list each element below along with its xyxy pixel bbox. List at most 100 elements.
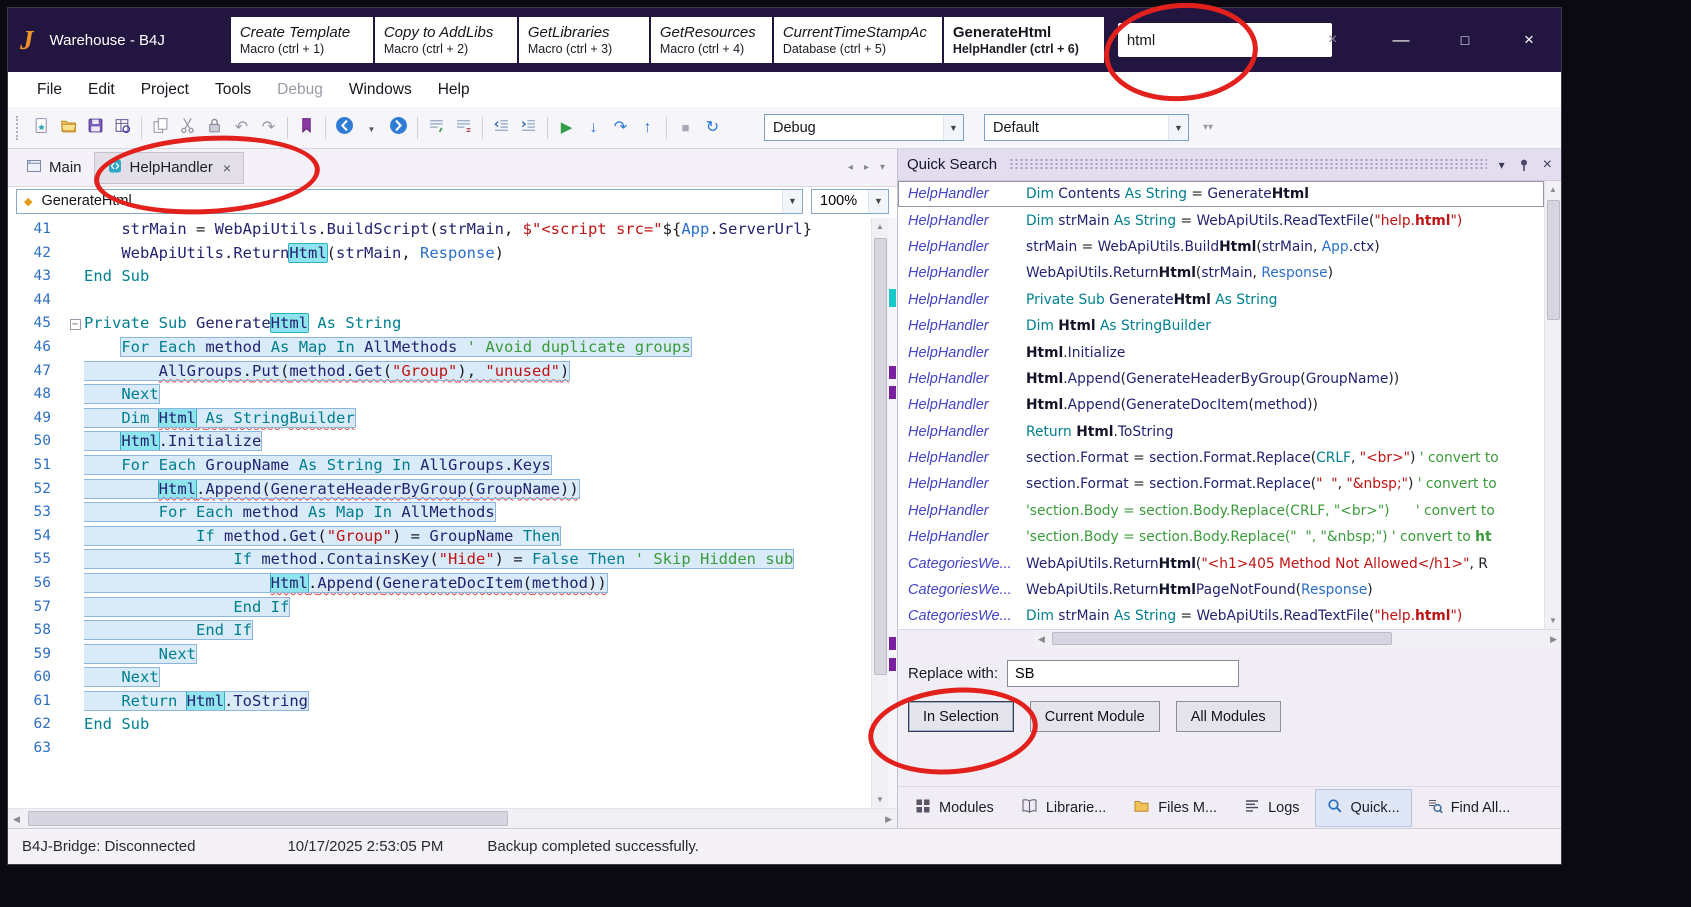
dock-tab-modules[interactable]: Modules (904, 790, 1005, 826)
chevron-down-icon[interactable]: ▾ (1499, 158, 1505, 172)
scroll-left-icon[interactable]: ◀ (13, 814, 20, 825)
results-vertical-scrollbar[interactable]: ▲ ▼ (1544, 181, 1561, 629)
step-into-button[interactable]: ↓ (580, 114, 607, 141)
new-module-button[interactable] (28, 114, 55, 141)
replace-input[interactable] (1007, 660, 1239, 687)
search-result-row[interactable]: HelpHandlerstrMain = WebApiUtils.BuildHt… (898, 234, 1544, 260)
macro-tab-6[interactable]: GenerateHtmlHelpHandler (ctrl + 6) (944, 17, 1104, 63)
results-horizontal-scrollbar[interactable]: ◀ ▶ (1034, 630, 1561, 648)
stop-button[interactable]: ■ (672, 114, 699, 141)
search-result-row[interactable]: HelpHandlerDim strMain As String = WebAp… (898, 207, 1544, 233)
scroll-down-icon[interactable]: ▼ (872, 791, 888, 808)
dock-tab-filesm[interactable]: Files M... (1122, 790, 1228, 826)
search-result-row[interactable]: HelpHandlerDim Contents As String = Gene… (898, 181, 1544, 207)
close-button[interactable]: × (1497, 8, 1561, 72)
scroll-up-icon[interactable]: ▲ (872, 218, 888, 235)
dock-tab-findall[interactable]: Find All... (1416, 790, 1522, 826)
menu-help[interactable]: Help (425, 75, 483, 105)
search-result-row[interactable]: HelpHandler'section.Body = section.Body.… (898, 498, 1544, 524)
tab-close-icon[interactable]: × (223, 160, 231, 176)
search-result-row[interactable]: HelpHandlerDim Html As StringBuilder (898, 313, 1544, 339)
collapse-icon[interactable]: − (70, 319, 81, 330)
code-lines[interactable]: 41 strMain = WebApiUtils.BuildScript(str… (8, 218, 871, 808)
scroll-down-icon[interactable]: ▼ (1545, 612, 1561, 629)
search-result-row[interactable]: CategoriesWe...Dim strMain As String = W… (898, 603, 1544, 629)
save-button[interactable] (82, 114, 109, 141)
cut-button[interactable] (174, 114, 201, 141)
search-result-row[interactable]: HelpHandlerHtml.Initialize (898, 339, 1544, 365)
editor-horizontal-scrollbar[interactable]: ◀ ▶ (8, 808, 897, 828)
panel-grip[interactable] (1009, 158, 1487, 171)
nav-back-arrow-button[interactable]: ▼ (358, 114, 385, 141)
search-result-row[interactable]: HelpHandlerHtml.Append(GenerateDocItem(m… (898, 392, 1544, 418)
tab-list-icon[interactable]: ▾ (880, 162, 885, 173)
menu-windows[interactable]: Windows (336, 75, 425, 105)
title-search-input[interactable] (1127, 32, 1326, 49)
macro-tab-2[interactable]: Copy to AddLibsMacro (ctrl + 2) (375, 17, 517, 63)
dock-tab-quick[interactable]: Quick... (1316, 790, 1411, 826)
menu-edit[interactable]: Edit (75, 75, 128, 105)
dock-tab-logs[interactable]: Logs (1233, 790, 1310, 826)
run-button[interactable]: ▶ (553, 114, 580, 141)
find-module-button[interactable] (109, 114, 136, 141)
dock-tab-librarie[interactable]: Librarie... (1010, 790, 1117, 826)
nav-forward-button[interactable] (385, 114, 412, 141)
search-result-row[interactable]: CategoriesWe...WebApiUtils.ReturnHtmlPag… (898, 577, 1544, 603)
title-search-box[interactable]: × (1118, 23, 1332, 57)
indent-less-button[interactable] (488, 114, 515, 141)
uncomment-button[interactable] (450, 114, 477, 141)
maximize-button[interactable]: □ (1433, 8, 1497, 72)
undo-button[interactable]: ↶ (228, 114, 255, 141)
search-result-row[interactable]: HelpHandlerReturn Html.ToString (898, 419, 1544, 445)
pin-icon[interactable] (1517, 158, 1531, 172)
search-result-row[interactable]: HelpHandlerHtml.Append(GenerateHeaderByG… (898, 366, 1544, 392)
current-module-button[interactable]: Current Module (1030, 701, 1160, 732)
macro-tab-5[interactable]: CurrentTimeStampAcDatabase (ctrl + 5) (774, 17, 942, 63)
bookmark-button[interactable] (293, 114, 320, 141)
search-result-row[interactable]: HelpHandlerWebApiUtils.ReturnHtml(strMai… (898, 260, 1544, 286)
redo-button[interactable]: ↷ (255, 114, 282, 141)
macro-tab-4[interactable]: GetResourcesMacro (ctrl + 4) (651, 17, 772, 63)
menu-tools[interactable]: Tools (202, 75, 264, 105)
scrollbar-thumb[interactable] (1547, 200, 1560, 320)
open-project-button[interactable] (55, 114, 82, 141)
menu-project[interactable]: Project (128, 75, 202, 105)
search-result-row[interactable]: HelpHandler'section.Body = section.Body.… (898, 524, 1544, 550)
nav-back-button[interactable] (331, 114, 358, 141)
step-out-button[interactable]: ↑ (634, 114, 661, 141)
close-panel-icon[interactable]: × (1543, 156, 1552, 174)
search-clear-icon[interactable]: × (1326, 31, 1339, 49)
build-config-dropdown[interactable]: Default ▼ (984, 114, 1189, 141)
tab-main[interactable]: Main (14, 152, 94, 184)
scrollbar-thumb[interactable] (28, 811, 508, 826)
macro-tab-1[interactable]: Create TemplateMacro (ctrl + 1) (231, 17, 373, 63)
search-result-row[interactable]: CategoriesWe...WebApiUtils.ReturnHtml("<… (898, 550, 1544, 576)
toolbar-overflow-icon[interactable]: ▾▾ (1203, 122, 1213, 133)
scrollbar-thumb[interactable] (874, 238, 887, 675)
comment-button[interactable] (423, 114, 450, 141)
zoom-dropdown[interactable]: 100% ▼ (811, 189, 889, 214)
search-result-row[interactable]: HelpHandlerPrivate Sub GenerateHtml As S… (898, 287, 1544, 313)
debug-mode-dropdown[interactable]: Debug ▼ (764, 114, 964, 141)
step-over-button[interactable]: ↷ (607, 114, 634, 141)
scroll-up-icon[interactable]: ▲ (1545, 181, 1561, 198)
scroll-left-icon[interactable]: ◀ (1038, 634, 1045, 645)
search-result-row[interactable]: HelpHandlersection.Format = section.Form… (898, 445, 1544, 471)
tab-scroll-left-icon[interactable]: ◂ (848, 162, 853, 173)
menu-debug[interactable]: Debug (264, 75, 336, 105)
scroll-right-icon[interactable]: ▶ (1550, 634, 1557, 645)
macro-tab-3[interactable]: GetLibrariesMacro (ctrl + 3) (519, 17, 649, 63)
member-dropdown[interactable]: ◆ GenerateHtml ▼ (16, 189, 803, 214)
scroll-right-icon[interactable]: ▶ (885, 814, 892, 825)
scrollbar-thumb[interactable] (1052, 632, 1392, 645)
in-selection-button[interactable]: In Selection (908, 701, 1014, 732)
rebuild-button[interactable]: ↻ (699, 114, 726, 141)
lock-button[interactable] (201, 114, 228, 141)
search-result-row[interactable]: HelpHandlersection.Format = section.Form… (898, 471, 1544, 497)
editor-vertical-scrollbar[interactable]: ▲ ▼ (871, 218, 888, 808)
copy-button[interactable] (147, 114, 174, 141)
tab-helphandler[interactable]: HelpHandler × (94, 152, 245, 184)
code-editor[interactable]: 41 strMain = WebApiUtils.BuildScript(str… (8, 215, 897, 808)
indent-more-button[interactable] (515, 114, 542, 141)
all-modules-button[interactable]: All Modules (1176, 701, 1281, 732)
